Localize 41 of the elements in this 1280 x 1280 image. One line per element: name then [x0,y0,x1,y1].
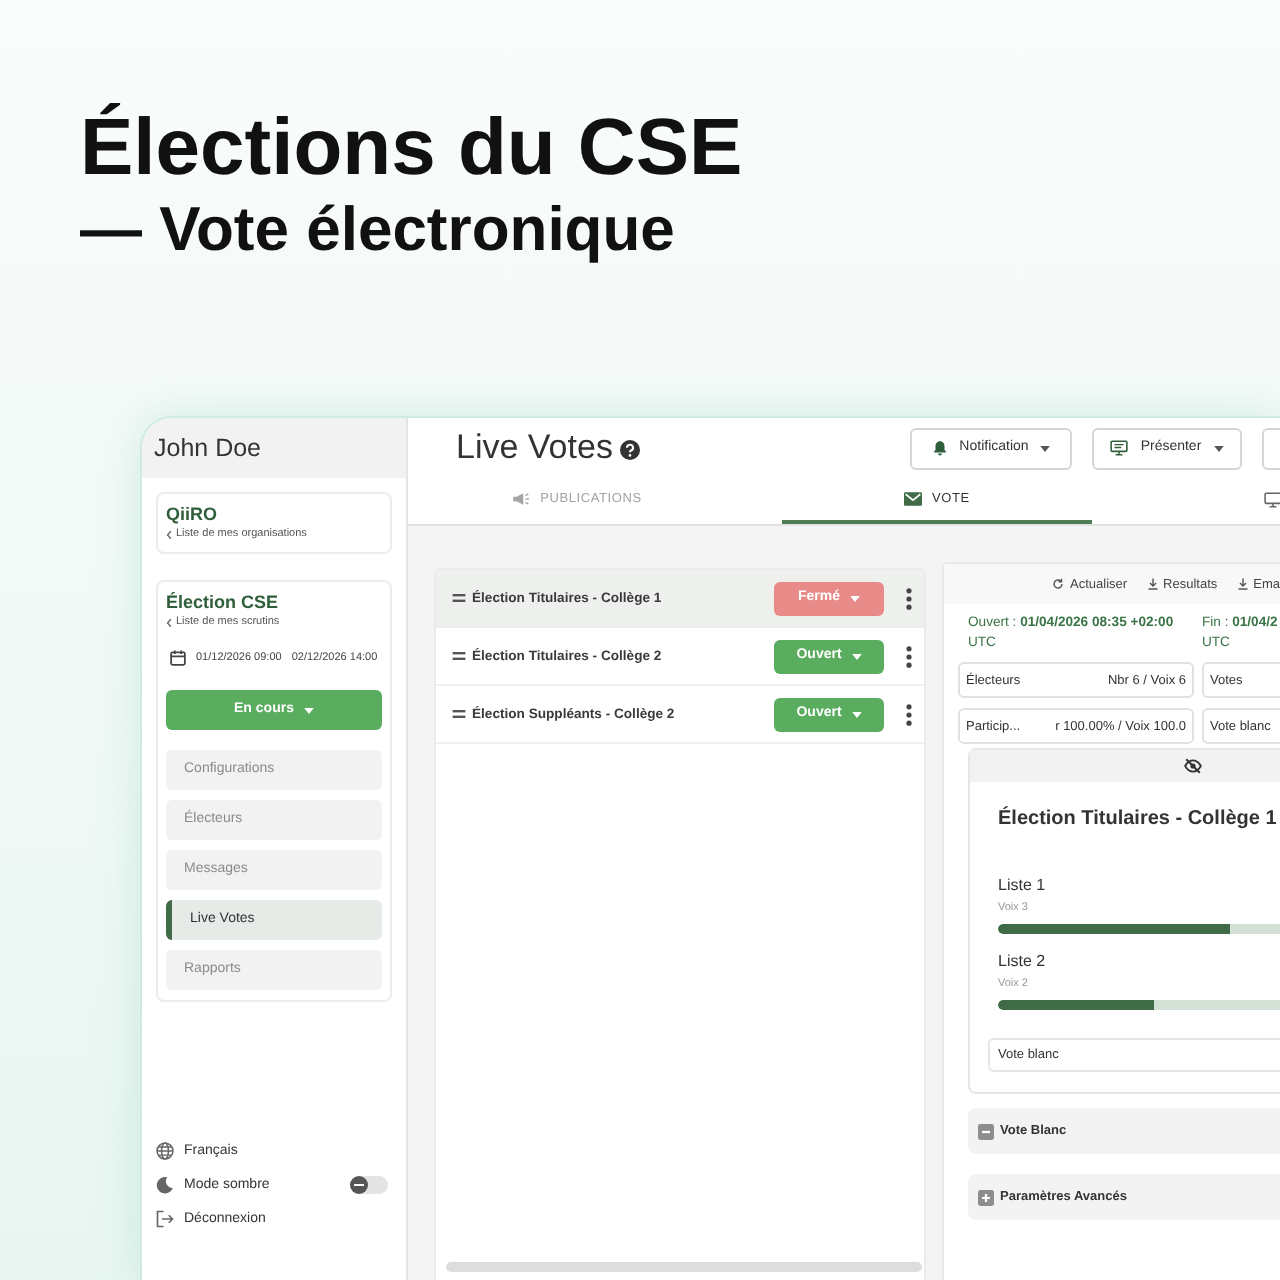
presentation-icon [1110,440,1129,456]
refresh-icon [1052,578,1064,590]
more-icon[interactable] [906,645,912,667]
page-title: Live Votes [456,428,613,468]
toggle-switch[interactable] [350,1176,388,1194]
plus-icon [978,1189,994,1205]
caret-icon [851,711,862,717]
user-name: John Doe [154,433,262,463]
monitor-icon [1264,491,1280,507]
moon-icon [156,1176,174,1194]
organization-name: QiiRO [166,504,218,526]
megaphone-icon [512,492,531,506]
caret-icon [1213,445,1224,451]
download-icon [1147,578,1158,590]
download-icon [1237,578,1248,590]
chevron-left-icon [166,529,172,539]
caret-icon [851,653,862,659]
chevron-left-icon [166,617,172,627]
drag-handle-icon[interactable] [452,652,466,660]
drag-handle-icon[interactable] [452,594,466,602]
list-name: Liste 2 [998,950,1046,972]
globe-icon [156,1142,174,1160]
list-name: Liste 1 [998,874,1046,896]
subheadline: — Vote électronique [80,192,675,268]
more-icon[interactable] [906,587,912,609]
election-name: Élection CSE [166,592,279,614]
caret-icon [1040,445,1051,451]
election-title: Élection Titulaires - Collège 1 [998,806,1277,834]
calendar-icon [170,650,186,666]
envelope-icon [904,492,923,506]
help-icon[interactable] [620,440,641,460]
more-icon[interactable] [906,703,912,725]
caret-icon [303,707,314,713]
logout-icon [156,1210,174,1228]
eye-slash-icon[interactable] [1184,758,1202,774]
caret-icon [850,595,860,601]
headline: Élections du CSE [80,104,743,192]
horizontal-scrollbar[interactable] [446,1262,922,1272]
drag-handle-icon[interactable] [452,710,466,718]
bell-icon [931,440,948,456]
minus-icon [978,1123,994,1139]
